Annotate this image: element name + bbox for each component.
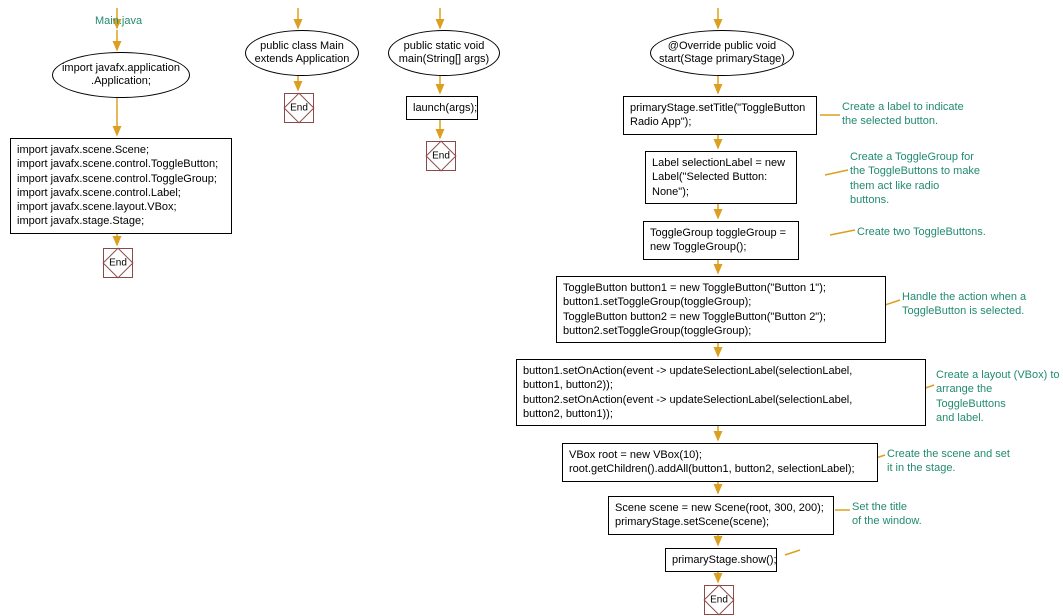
box-buttons: ToggleButton button1 = new ToggleButton(…	[556, 276, 886, 343]
annotation-label: Create a label to indicate the selected …	[842, 100, 964, 129]
ellipse-import-app: import javafx.application .Application;	[52, 52, 190, 98]
box-show: primaryStage.show();	[665, 548, 777, 572]
ellipse-main-method: public static void main(String[] args)	[388, 30, 500, 76]
ellipse-start-method: @Override public void start(Stage primar…	[650, 30, 794, 76]
box-scene: Scene scene = new Scene(root, 300, 200);…	[608, 496, 834, 535]
file-label: Main.java	[95, 15, 142, 27]
box-settitle: primaryStage.setTitle("ToggleButton Radi…	[623, 96, 817, 135]
annotation-buttons: Create two ToggleButtons.	[857, 225, 986, 239]
annotation-handle: Handle the action when a ToggleButton is…	[902, 290, 1026, 319]
annotation-togglegroup: Create a ToggleGroup for the ToggleButto…	[850, 150, 980, 207]
end-node: End	[103, 248, 133, 278]
ellipse-text: public class Main extends Application	[248, 40, 356, 66]
box-label: Label selectionLabel = new Label("Select…	[645, 151, 797, 204]
annotation-scene: Create the scene and set it in the stage…	[887, 447, 1010, 476]
ellipse-text: import javafx.application .Application;	[55, 62, 187, 88]
box-togglegroup: ToggleGroup toggleGroup = new ToggleGrou…	[643, 221, 799, 260]
annotation-title: Set the title of the window.	[852, 500, 922, 529]
box-setonaction: button1.setOnAction(event -> updateSelec…	[516, 359, 926, 426]
box-imports: import javafx.scene.Scene; import javafx…	[10, 138, 232, 234]
ellipse-class-main: public class Main extends Application	[245, 30, 359, 76]
ellipse-text: @Override public void start(Stage primar…	[653, 40, 791, 66]
annotation-vbox: Create a layout (VBox) to arrange the To…	[936, 368, 1063, 425]
box-vbox: VBox root = new VBox(10); root.getChildr…	[562, 443, 878, 482]
ellipse-text: public static void main(String[] args)	[391, 40, 497, 66]
end-node: End	[284, 93, 314, 123]
box-launch: launch(args);	[406, 96, 478, 120]
end-node: End	[426, 141, 456, 171]
